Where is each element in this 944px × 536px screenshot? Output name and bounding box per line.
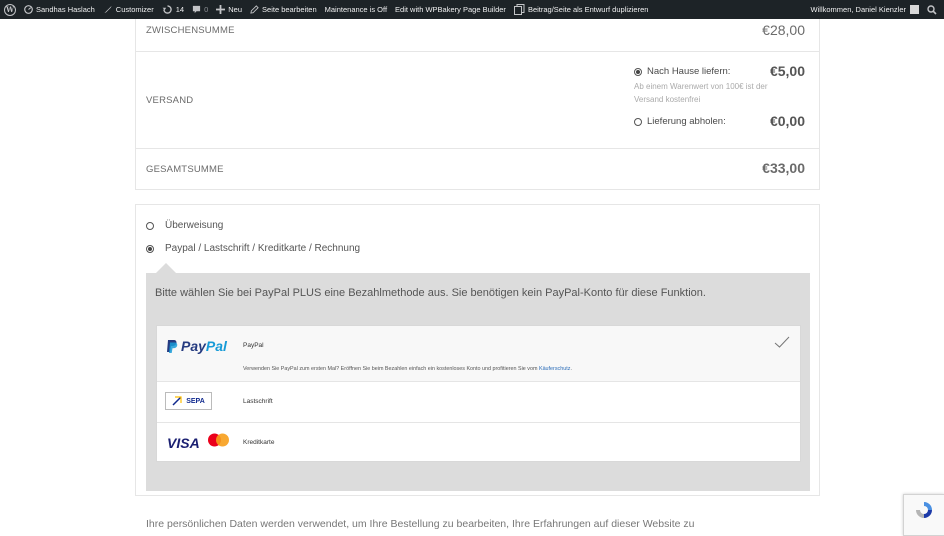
- privacy-notice: Ihre persönlichen Daten werden verwendet…: [146, 518, 695, 530]
- shipping-home-amount: €5,00: [769, 63, 805, 79]
- shipping-option-home[interactable]: Nach Hause liefern:: [634, 66, 730, 77]
- comment-icon: [192, 5, 201, 14]
- edit-page-link[interactable]: Seite bearbeiten: [246, 0, 321, 19]
- shipping-note: Ab einem Warenwert von 100€ ist der Vers…: [634, 82, 768, 104]
- new-label: Neu: [228, 5, 243, 14]
- subtotal-row: ZWISCHENSUMME €28,00: [136, 19, 819, 52]
- brush-icon: [104, 5, 112, 14]
- shipping-label: VERSAND: [146, 95, 194, 106]
- paypal-plus-label: Paypal / Lastschrift / Kreditkarte / Rec…: [165, 243, 361, 254]
- updates-icon: [162, 5, 172, 14]
- updates-link[interactable]: 14: [158, 0, 188, 19]
- checkmark-icon: [774, 336, 790, 348]
- paypal-method-name: PayPal: [243, 342, 264, 349]
- card-method-name: Kreditkarte: [243, 439, 275, 446]
- visa-logo: VISA: [167, 435, 200, 451]
- duplicate-label: Beitrag/Seite als Entwurf duplizieren: [527, 5, 649, 14]
- sepa-mark-icon: [172, 396, 182, 406]
- dashboard-icon: [24, 5, 33, 14]
- avatar: [910, 5, 919, 14]
- sepa-logo: SEPA: [165, 392, 212, 410]
- updates-count: 14: [175, 5, 185, 14]
- paypal-logo-pal: Pal: [205, 338, 227, 354]
- order-totals-table: ZWISCHENSUMME €28,00 VERSAND Nach Hause …: [135, 19, 820, 190]
- total-row: GESAMTSUMME €33,00: [136, 149, 819, 189]
- wpbakery-label: Edit with WPBakery Page Builder: [395, 5, 506, 14]
- edit-page-label: Seite bearbeiten: [262, 5, 317, 14]
- method-sepa[interactable]: SEPA Lastschrift: [157, 382, 800, 423]
- plus-icon: [216, 5, 226, 14]
- paypal-plus-radio[interactable]: [146, 244, 154, 253]
- shipping-pickup-radio[interactable]: [634, 117, 642, 126]
- duplicate-link[interactable]: Beitrag/Seite als Entwurf duplizieren: [510, 0, 652, 19]
- sepa-logo-text: SEPA: [186, 397, 205, 405]
- method-credit-card[interactable]: VISA Kreditkarte: [157, 423, 800, 463]
- paypal-plus-panel: Bitte wählen Sie bei PayPal PLUS eine Be…: [146, 273, 810, 491]
- mastercard-icon: [208, 433, 229, 447]
- paypal-plus-intro: Bitte wählen Sie bei PayPal PLUS eine Be…: [155, 287, 706, 299]
- site-name-menu[interactable]: Sandhas Haslach: [20, 0, 99, 19]
- payment-methods: Überweisung Paypal / Lastschrift / Kredi…: [135, 204, 820, 496]
- sepa-method-name: Lastschrift: [243, 398, 273, 405]
- payment-option-paypal-plus[interactable]: Paypal / Lastschrift / Kreditkarte / Rec…: [146, 243, 360, 254]
- my-account-menu[interactable]: Willkommen, Daniel Kienzler: [807, 0, 923, 19]
- shipping-pickup-label: Lieferung abholen:: [647, 116, 726, 127]
- total-label: GESAMTSUMME: [146, 164, 224, 175]
- comments-link[interactable]: 0: [188, 0, 212, 19]
- welcome-text: Willkommen, Daniel Kienzler: [810, 5, 906, 14]
- paypal-desc-text: Verwenden Sie PayPal zum ersten Mal? Erö…: [243, 366, 538, 372]
- paypal-method-list: Pay Pal PayPal Verwenden Sie PayPal zum e…: [156, 325, 801, 462]
- recaptcha-icon: [916, 502, 932, 518]
- bank-transfer-label: Überweisung: [165, 220, 224, 231]
- shipping-option-pickup[interactable]: Lieferung abholen:: [634, 116, 726, 127]
- panel-caret: [156, 263, 176, 273]
- subtotal-value: €28,00: [762, 22, 805, 38]
- new-content-link[interactable]: Neu: [212, 0, 246, 19]
- search-icon: [927, 4, 937, 15]
- subtotal-label: ZWISCHENSUMME: [146, 25, 235, 36]
- pencil-icon: [250, 5, 259, 14]
- maintenance-label: Maintenance is Off: [324, 5, 388, 14]
- shipping-row: VERSAND Nach Hause liefern: €5,00 Ab ein…: [136, 52, 819, 149]
- paypal-logo: Pay Pal: [166, 338, 227, 354]
- method-paypal[interactable]: Pay Pal PayPal Verwenden Sie PayPal zum e…: [157, 326, 800, 382]
- shipping-home-label: Nach Hause liefern:: [647, 66, 731, 77]
- payment-option-bank-transfer[interactable]: Überweisung: [146, 220, 223, 231]
- customizer-link[interactable]: Customizer: [99, 0, 158, 19]
- paypal-p-icon: [167, 339, 178, 353]
- duplicate-icon: [513, 4, 525, 15]
- buyer-protection-link[interactable]: Käuferschutz: [539, 366, 570, 372]
- search-button[interactable]: [923, 0, 944, 19]
- shipping-pickup-amount: €0,00: [769, 113, 805, 129]
- recaptcha-badge[interactable]: [903, 494, 944, 536]
- bank-transfer-radio[interactable]: [146, 221, 154, 230]
- customizer-label: Customizer: [115, 5, 154, 14]
- admin-bar: W Sandhas Haslach Customizer 14 0 Neu Se…: [0, 0, 944, 19]
- wordpress-logo-icon[interactable]: W: [4, 3, 16, 16]
- paypal-method-description: Verwenden Sie PayPal zum ersten Mal? Erö…: [243, 366, 572, 372]
- paypal-logo-pay: Pay: [181, 338, 206, 354]
- comments-count: 0: [204, 5, 209, 14]
- site-name: Sandhas Haslach: [36, 5, 95, 14]
- total-value: €33,00: [762, 160, 805, 176]
- shipping-home-radio[interactable]: [634, 67, 642, 76]
- maintenance-link[interactable]: Maintenance is Off: [321, 0, 391, 19]
- wpbakery-link[interactable]: Edit with WPBakery Page Builder: [391, 0, 510, 19]
